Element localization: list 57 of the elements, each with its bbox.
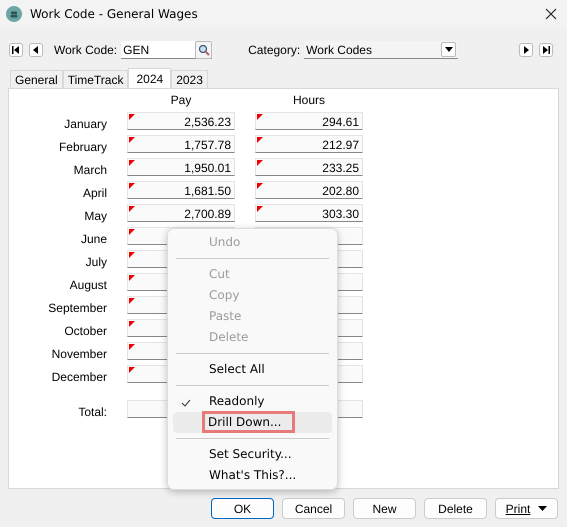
month-label: July xyxy=(84,254,107,268)
tab[interactable]: 2024 xyxy=(128,68,172,88)
month-label: September xyxy=(47,300,107,314)
hours-field[interactable]: 303.30 xyxy=(255,204,363,222)
hours-field[interactable]: 294.61 xyxy=(255,112,363,130)
menu-item[interactable]: Select All xyxy=(173,359,332,380)
left-triangle-icon xyxy=(32,46,40,54)
month-label: January xyxy=(63,116,107,130)
menu-item[interactable]: What's This?... xyxy=(173,465,332,486)
hours-field[interactable]: 212.97 xyxy=(255,135,363,153)
menu-item[interactable]: Readonly xyxy=(173,391,332,412)
month-label: February xyxy=(58,139,107,153)
column-header: Pay xyxy=(170,93,192,107)
checkmark-icon xyxy=(181,399,191,407)
app-icon xyxy=(6,6,22,22)
hours-field[interactable]: 233.25 xyxy=(255,158,363,176)
tab[interactable]: 2023 xyxy=(171,70,208,88)
dialog-button[interactable]: New xyxy=(353,498,416,519)
hours-field[interactable]: 202.80 xyxy=(255,181,363,199)
month-label: October xyxy=(63,323,107,337)
right-triangle-icon xyxy=(522,46,530,54)
close-icon[interactable] xyxy=(545,8,557,20)
pay-field[interactable]: 1,757.78 xyxy=(127,135,235,153)
month-label: May xyxy=(83,208,107,222)
pay-field[interactable]: 2,700.89 xyxy=(127,204,235,222)
skip-to-start-icon xyxy=(12,46,20,54)
month-label: December xyxy=(50,369,107,383)
window-title: Work Code - General Wages xyxy=(30,7,199,21)
menu-item[interactable]: Drill Down... xyxy=(173,412,332,433)
total-label: Total: xyxy=(77,404,107,418)
month-label: August xyxy=(68,277,107,291)
menu-item[interactable]: Set Security... xyxy=(173,444,332,465)
dialog-button[interactable]: Print xyxy=(495,498,558,519)
category-label: Category: xyxy=(248,43,300,57)
month-label: April xyxy=(82,185,107,199)
column-header: Hours xyxy=(292,93,326,107)
month-label: March xyxy=(72,162,107,176)
month-label: November xyxy=(50,346,107,360)
pay-field[interactable]: 1,950.01 xyxy=(127,158,235,176)
search-icon[interactable] xyxy=(195,40,212,58)
tab[interactable]: General xyxy=(10,70,63,88)
pay-field[interactable]: 2,536.23 xyxy=(127,112,235,130)
first-record-button[interactable] xyxy=(9,43,23,57)
skip-to-end-icon xyxy=(542,46,550,54)
dialog-button[interactable]: OK xyxy=(211,498,274,519)
work-code-label: Work Code: xyxy=(54,43,118,57)
last-record-button[interactable] xyxy=(539,43,553,57)
category-dropdown[interactable]: Work Codes xyxy=(304,41,458,59)
pay-field[interactable]: 1,681.50 xyxy=(127,181,235,199)
work-code-field[interactable]: GEN xyxy=(121,41,212,59)
dialog-button[interactable]: Delete xyxy=(424,498,487,519)
caret-icon xyxy=(538,506,548,511)
previous-record-button[interactable] xyxy=(29,43,43,57)
dialog-button[interactable]: Cancel xyxy=(282,498,345,519)
tab[interactable]: TimeTrack xyxy=(62,70,128,88)
next-record-button[interactable] xyxy=(519,43,533,57)
month-label: June xyxy=(80,231,107,245)
